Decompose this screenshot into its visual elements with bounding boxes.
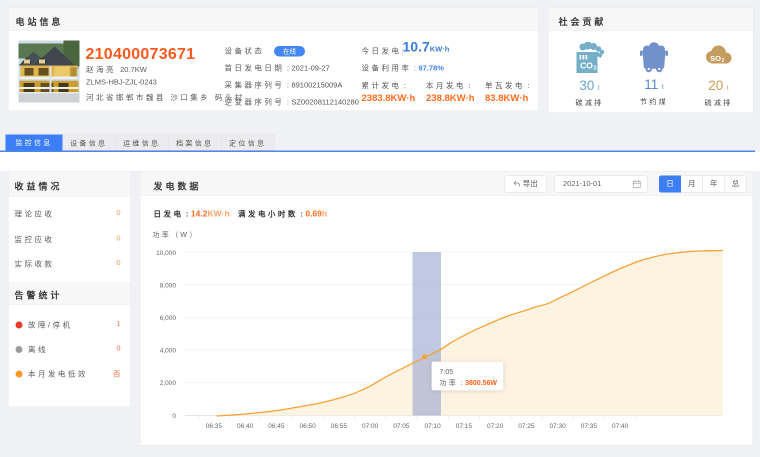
svg-text:07:20: 07:20	[487, 423, 504, 430]
svg-text:2: 2	[594, 66, 597, 72]
svg-text:07:10: 07:10	[425, 423, 442, 430]
svg-text:07:40: 07:40	[612, 423, 629, 430]
svg-text:06:45: 06:45	[268, 423, 285, 430]
svg-text:0: 0	[172, 413, 176, 420]
svg-text:2,000: 2,000	[160, 380, 177, 387]
svg-text:07:00: 07:00	[362, 423, 379, 430]
svg-text:CO: CO	[580, 61, 593, 71]
svg-text:10,000: 10,000	[156, 250, 176, 257]
svg-text:07:05: 07:05	[393, 423, 410, 430]
svg-text:07:15: 07:15	[456, 423, 473, 430]
svg-text:06:55: 06:55	[331, 423, 348, 430]
svg-text:06:50: 06:50	[300, 423, 317, 430]
svg-text:SO: SO	[710, 54, 721, 63]
svg-text:07:25: 07:25	[518, 423, 535, 430]
svg-text:06:40: 06:40	[237, 423, 254, 430]
svg-text:8,000: 8,000	[160, 283, 177, 290]
svg-text:2: 2	[722, 58, 725, 64]
svg-text:07:35: 07:35	[581, 423, 598, 430]
svg-text:06:35: 06:35	[206, 423, 223, 430]
svg-text:4,000: 4,000	[160, 348, 177, 355]
svg-text:6,000: 6,000	[160, 315, 177, 322]
svg-text:07:30: 07:30	[550, 423, 567, 430]
